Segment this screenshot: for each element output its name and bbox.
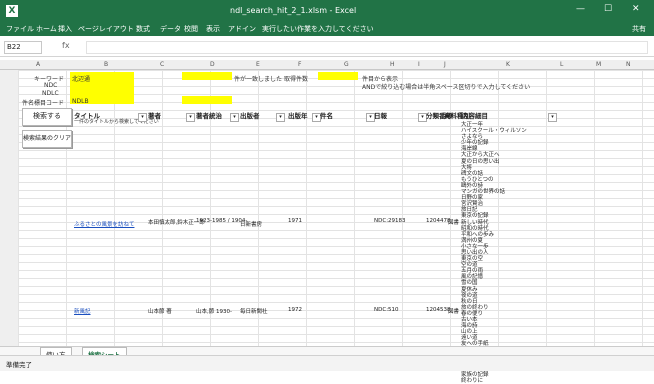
filter-author-icon[interactable]: ▾ (186, 113, 195, 122)
row2-author: 山本節 著 (148, 309, 172, 315)
header-author: 著者 (148, 112, 161, 120)
total-count-cell[interactable] (182, 72, 232, 80)
filter-author-detail-icon[interactable]: ▾ (230, 113, 239, 122)
row2-title[interactable]: 新風記 (74, 307, 91, 315)
col-k[interactable]: K (506, 61, 510, 68)
fx-label: fx (62, 41, 70, 50)
col-h[interactable]: H (390, 61, 395, 68)
row1-publisher: 日新書房 (240, 222, 263, 228)
row1-date: NDC:29183 (374, 218, 406, 224)
col-i[interactable]: I (418, 61, 420, 68)
status-bar: 準備完了 (0, 355, 654, 371)
col-j[interactable]: J (444, 61, 446, 68)
search-button[interactable]: 検索する (22, 108, 72, 126)
row1-year: 1971 (288, 218, 302, 224)
ndlc-label: NDLC (42, 90, 59, 97)
clear-results-button[interactable]: 検索結果のクリア (22, 130, 72, 148)
col-l[interactable]: L (560, 61, 563, 68)
header-subject: 件名 (320, 112, 333, 120)
heading-input[interactable] (182, 96, 232, 104)
header-contents: 内容細目 (462, 112, 488, 120)
contents-list: 大正一年 ハイスクール・ウィルソン さよなら 少年の記録 海岸線 大正から大正へ 夏の日の思… (461, 122, 541, 384)
header-author-detail: 著者統治 (196, 112, 222, 120)
col-b[interactable]: B (104, 61, 108, 68)
tab-file[interactable]: ファイル (6, 24, 34, 34)
col-d[interactable]: D (210, 61, 215, 68)
col-n[interactable]: N (626, 61, 631, 68)
col-a[interactable]: A (36, 61, 40, 68)
excel-icon: X (6, 5, 18, 17)
window-title: ndl_search_hit_2_1.xlsm - Excel (230, 6, 357, 15)
status-mode: 準備完了 (6, 361, 32, 369)
title-bar: X ndl_search_hit_2_1.xlsm - Excel — ☐ ✕ (0, 0, 654, 22)
total-label: 件が一致しました (234, 76, 283, 83)
row2-date: NDC:510 (374, 307, 399, 313)
header-publisher: 出版者 (240, 112, 260, 120)
keyword-value: 北辺通 (72, 76, 91, 83)
row2-class: 1204538 (426, 307, 451, 313)
ndc-label: NDC (44, 82, 58, 89)
col-e[interactable]: E (256, 61, 260, 68)
col-g[interactable]: G (344, 61, 349, 68)
cell-grid[interactable] (18, 70, 654, 346)
column-headers: A B C D E F G H I J K L M N (0, 60, 654, 70)
col-f[interactable]: F (298, 61, 301, 68)
col-c[interactable]: C (160, 61, 164, 68)
contents-item: 終わりに (461, 377, 484, 384)
col-m[interactable]: M (596, 61, 601, 68)
name-box[interactable]: B22 (4, 41, 42, 54)
tab-data[interactable]: データ (160, 24, 181, 34)
count-input[interactable] (318, 72, 358, 80)
row1-type: 図書 (448, 220, 460, 226)
tab-review[interactable]: 校閲 (184, 24, 198, 34)
filter-publisher-icon[interactable]: ▾ (276, 113, 285, 122)
tab-formulas[interactable]: 数式 (136, 24, 150, 34)
header-date: 日報 (374, 112, 387, 120)
formula-input[interactable] (86, 41, 648, 54)
row-headers (0, 70, 19, 346)
close-icon[interactable]: ✕ (632, 4, 640, 14)
row1-class: 1204478 (426, 218, 451, 224)
row2-type: 図書 (448, 309, 460, 315)
row2-publisher: 毎日新聞社 (240, 309, 268, 315)
heading-code-label: 件名標目コード (22, 100, 65, 107)
count-label: 取得件数 (284, 76, 309, 83)
row1-title[interactable]: ふるさとの風景を訪ねて (74, 220, 134, 228)
row2-author-detail: 山本,節 1930- (196, 309, 232, 315)
tab-home[interactable]: ホーム (36, 24, 57, 34)
tab-addins[interactable]: アドイン (228, 24, 256, 34)
filter-title-icon[interactable]: ▾ (138, 113, 147, 122)
tell-me-search[interactable]: 実行したい作業を入力してください (262, 24, 374, 34)
share-button[interactable]: 共有 (632, 24, 646, 34)
ribbon-tabs: ファイル ホーム 挿入 ページレイアウト 数式 データ 校閲 表示 アドイン 実… (0, 22, 654, 36)
row2-year: 1972 (288, 307, 302, 313)
tab-insert[interactable]: 挿入 (58, 24, 72, 34)
formula-bar: B22 fx (0, 38, 654, 57)
header-year: 出版年 (288, 112, 308, 120)
tab-view[interactable]: 表示 (206, 24, 220, 34)
filter-contents-icon[interactable]: ▾ (548, 113, 557, 122)
minimize-icon[interactable]: — (576, 4, 585, 14)
search-note: ANDで絞り込む場合は半角スペース区切りで入力してください (362, 84, 531, 91)
heading-code-value: NDLB (72, 98, 89, 105)
maximize-icon[interactable]: ☐ (604, 4, 612, 14)
tab-page-layout[interactable]: ページレイアウト (78, 24, 134, 34)
